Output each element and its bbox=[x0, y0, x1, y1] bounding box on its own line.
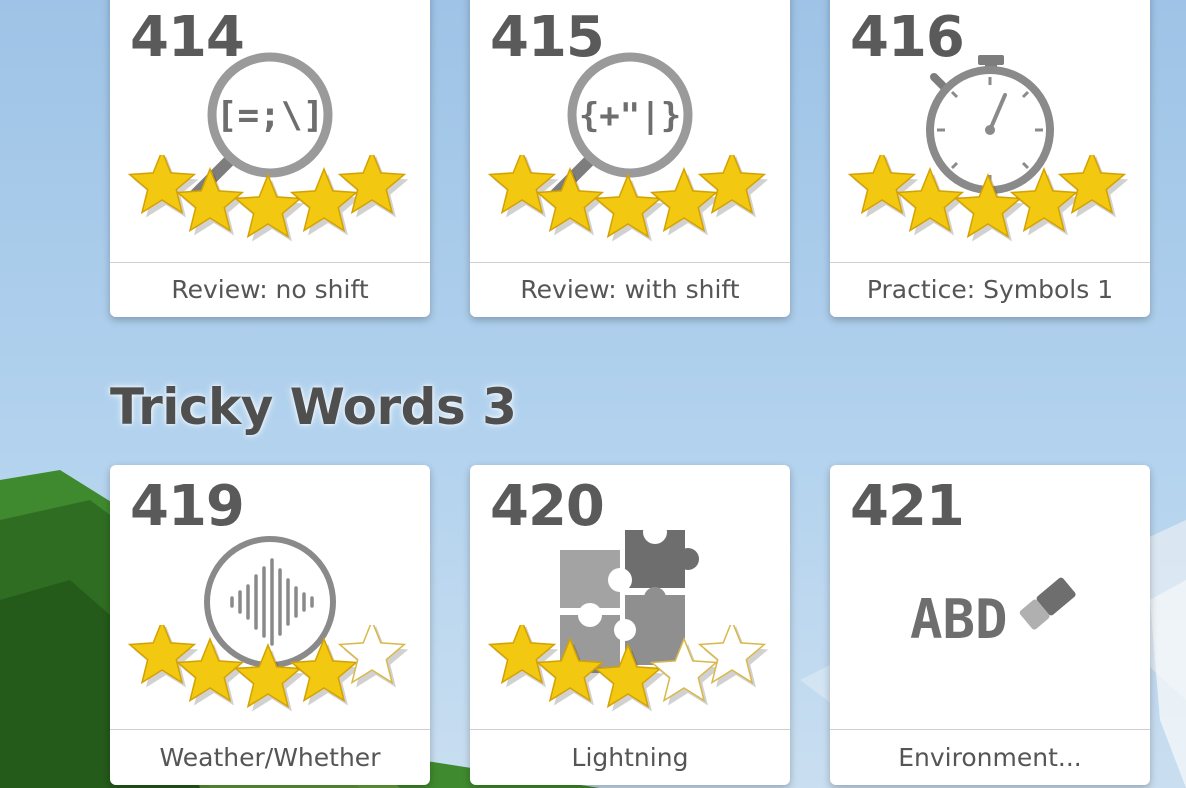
star-rating bbox=[127, 155, 409, 242]
star-rating bbox=[487, 155, 769, 242]
star-rating bbox=[847, 155, 1129, 242]
lesson-card-416[interactable]: 416 Practice: Symbols 1 bbox=[830, 0, 1150, 317]
lesson-card-415[interactable]: 415 {+"|} Review: with shift bbox=[470, 0, 790, 317]
star-rating bbox=[127, 625, 409, 712]
section-title: Tricky Words 3 bbox=[110, 378, 517, 436]
lesson-label: Environment... bbox=[830, 729, 1150, 785]
lesson-card-421[interactable]: 421 ABD Environment... bbox=[830, 465, 1150, 785]
abd-text: ABD bbox=[910, 588, 1008, 651]
lesson-card-420[interactable]: 420 Lightning bbox=[470, 465, 790, 785]
lesson-card-419[interactable]: 419 Weather/Whether bbox=[110, 465, 430, 785]
keys-text: {+"|} bbox=[579, 96, 681, 136]
lesson-label: Practice: Symbols 1 bbox=[830, 262, 1150, 317]
lesson-label: Weather/Whether bbox=[110, 729, 430, 785]
lesson-label: Review: with shift bbox=[470, 262, 790, 317]
lesson-label: Review: no shift bbox=[110, 262, 430, 317]
star-rating bbox=[487, 625, 769, 712]
keys-text: [=;\] bbox=[216, 95, 324, 136]
lesson-label: Lightning bbox=[470, 729, 790, 785]
lesson-card-414[interactable]: 414 [=;\] Review: no shift bbox=[110, 0, 430, 317]
eraser-icon: ABD bbox=[910, 577, 1076, 651]
